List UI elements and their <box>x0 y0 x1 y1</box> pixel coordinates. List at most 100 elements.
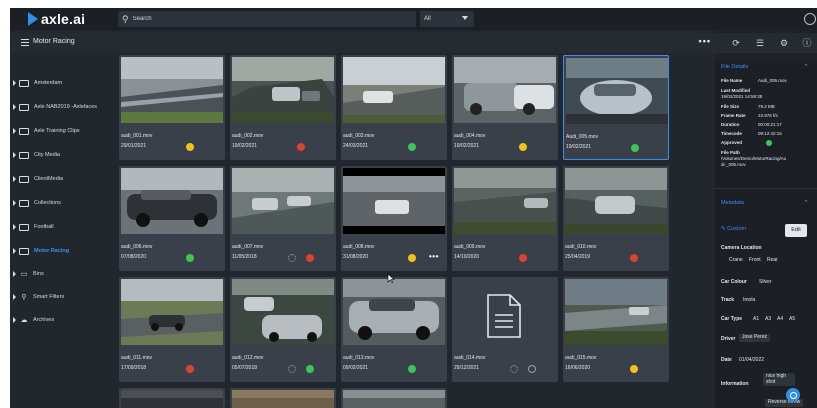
driver-value[interactable]: Jose Perez <box>739 334 771 342</box>
archive-icon: ☁ <box>20 317 28 324</box>
expand-arrow-icon[interactable] <box>13 80 16 86</box>
expand-arrow-icon[interactable] <box>13 224 16 230</box>
list-icon[interactable]: ☰ <box>754 37 766 49</box>
sidebar-item-axle-nab2019[interactable]: Axle NAB2019 -Axlefaces <box>10 100 116 114</box>
video-thumbnail[interactable] <box>343 168 445 234</box>
chevron-up-icon[interactable]: ⌃ <box>803 199 809 207</box>
sidebar-item-collections[interactable]: Collections <box>10 196 116 210</box>
asset-date: 29/01/2021 <box>121 143 147 149</box>
sidebar-item-clientmedia[interactable]: ClientMedia <box>10 172 116 186</box>
sidebar-item-motor-racing[interactable]: Motor Racing <box>10 244 116 258</box>
sidebar-item-city-media[interactable]: City Media <box>10 148 116 162</box>
video-thumbnail[interactable] <box>121 168 223 234</box>
asset-card[interactable]: audi_011.mov 17/09/2018 <box>119 277 225 382</box>
asset-card[interactable] <box>119 388 225 408</box>
expand-arrow-icon[interactable] <box>13 176 16 182</box>
asset-card[interactable]: audi_002.mov 19/02/2021 <box>230 55 336 160</box>
file-details-heading[interactable]: File Details <box>721 64 748 70</box>
camera-location-option[interactable]: Front <box>749 257 761 263</box>
car-type-option[interactable]: A4 <box>777 316 783 322</box>
expand-arrow-icon[interactable] <box>13 200 16 206</box>
car-type-option[interactable]: A5 <box>789 316 795 322</box>
expand-arrow-icon[interactable] <box>13 294 16 300</box>
video-thumbnail[interactable] <box>121 279 223 345</box>
chevron-up-icon[interactable]: ⌃ <box>803 63 809 71</box>
sidebar-item-axle-training-clips[interactable]: Axle Training Clips <box>10 124 116 138</box>
asset-date: 19/02/2021 <box>232 143 258 149</box>
video-thumbnail[interactable] <box>232 57 334 123</box>
video-thumbnail[interactable] <box>454 168 556 234</box>
camera-location-option[interactable]: Rear <box>767 257 778 263</box>
video-thumbnail[interactable] <box>343 390 445 408</box>
filter-select[interactable]: All <box>420 11 474 27</box>
gear-icon[interactable]: ⚙ <box>778 37 790 49</box>
video-thumbnail[interactable] <box>343 279 445 345</box>
asset-card[interactable]: audi_008.mov 31/08/2020 ••• <box>341 166 447 271</box>
menu-icon[interactable] <box>21 39 29 46</box>
video-thumbnail[interactable] <box>232 168 334 234</box>
asset-card[interactable]: audi_004.mov 19/02/2021 <box>452 55 558 160</box>
search-box[interactable]: ⚲ <box>118 11 416 27</box>
refresh-icon[interactable]: ⟳ <box>730 37 742 49</box>
date-value[interactable]: 01/04/2022 <box>739 357 764 363</box>
expand-arrow-icon[interactable] <box>13 271 16 277</box>
metadata-heading[interactable]: Metadata <box>721 200 744 206</box>
asset-card[interactable]: audi_014.mov 29/12/2021 <box>452 277 558 382</box>
video-thumbnail[interactable] <box>343 57 445 123</box>
asset-card[interactable]: audi_013.mov 09/02/2021 <box>341 277 447 382</box>
expand-arrow-icon[interactable] <box>13 248 16 254</box>
expand-arrow-icon[interactable] <box>13 104 16 110</box>
car-colour-value[interactable]: Silver <box>759 279 772 285</box>
asset-card[interactable]: audi_006.mov 07/08/2020 <box>119 166 225 271</box>
video-thumbnail[interactable] <box>232 279 334 345</box>
search-input[interactable] <box>132 16 393 22</box>
more-options-icon[interactable]: ••• <box>429 252 439 261</box>
logo[interactable]: axle.ai <box>28 11 85 27</box>
asset-card[interactable] <box>230 388 336 408</box>
loading-icon <box>288 254 296 262</box>
car-type-option[interactable]: A1 <box>753 316 759 322</box>
track-value[interactable]: Imola <box>743 297 755 303</box>
asset-card[interactable]: audi_009.mov 14/10/2020 <box>452 166 558 271</box>
sidebar-item-bins[interactable]: ▭ Bins <box>10 267 116 281</box>
document-preview[interactable] <box>454 279 556 345</box>
asset-card[interactable]: audi_012.mov 05/07/2018 <box>230 277 336 382</box>
car-type-option[interactable]: A3 <box>765 316 771 322</box>
more-options-icon[interactable]: ••• <box>699 36 711 46</box>
asset-card[interactable]: audi_015.mov 16/06/2020 <box>563 277 669 382</box>
help-chat-button[interactable] <box>786 388 800 402</box>
sidebar-item-amsterdam[interactable]: Amsterdam <box>10 76 116 90</box>
camera-location-option[interactable]: Crane <box>729 257 743 263</box>
asset-card[interactable]: audi_003.mov 24/03/2021 <box>341 55 447 160</box>
asset-card[interactable] <box>341 388 447 408</box>
collection-title: Motor Racing <box>33 38 75 45</box>
folder-icon <box>19 247 29 255</box>
file-detail-row: 19/02/2021 14:59:38 <box>721 94 763 99</box>
user-icon[interactable] <box>804 13 816 25</box>
information-value[interactable]: nice high shot <box>763 373 795 386</box>
sidebar-item-smart-filters[interactable]: ⚲ Smart Filters <box>10 290 116 304</box>
expand-arrow-icon[interactable] <box>13 317 16 323</box>
asset-card-selected[interactable]: Audi_005.mov 19/02/2021 <box>563 55 669 160</box>
asset-card[interactable]: audi_001.mov 29/01/2021 <box>119 55 225 160</box>
expand-arrow-icon[interactable] <box>13 152 16 158</box>
asset-date: 09/02/2021 <box>343 365 369 371</box>
video-thumbnail[interactable] <box>565 168 667 234</box>
video-thumbnail[interactable] <box>232 390 334 408</box>
asset-card[interactable]: audi_010.mov 25/04/2019 <box>563 166 669 271</box>
video-thumbnail[interactable] <box>121 390 223 408</box>
edit-button[interactable]: Edit <box>785 224 807 237</box>
status-badge <box>297 143 305 151</box>
asset-date: 29/12/2021 <box>454 365 480 371</box>
info-icon[interactable]: ⓘ <box>801 37 813 49</box>
asset-card[interactable]: audi_007.mov 11/05/2018 <box>230 166 336 271</box>
expand-arrow-icon[interactable] <box>13 128 16 134</box>
video-thumbnail[interactable] <box>566 58 668 124</box>
video-thumbnail[interactable] <box>121 57 223 123</box>
sidebar-item-football[interactable]: Football <box>10 220 116 234</box>
file-detail-row: /Volumes/Demo/MotorRacing/Au <box>721 156 787 161</box>
video-thumbnail[interactable] <box>565 279 667 345</box>
video-thumbnail[interactable] <box>454 57 556 123</box>
file-detail-row: Frame Rate 23.976 f/s <box>721 113 778 118</box>
sidebar-item-archives[interactable]: ☁ Archives <box>10 313 116 327</box>
